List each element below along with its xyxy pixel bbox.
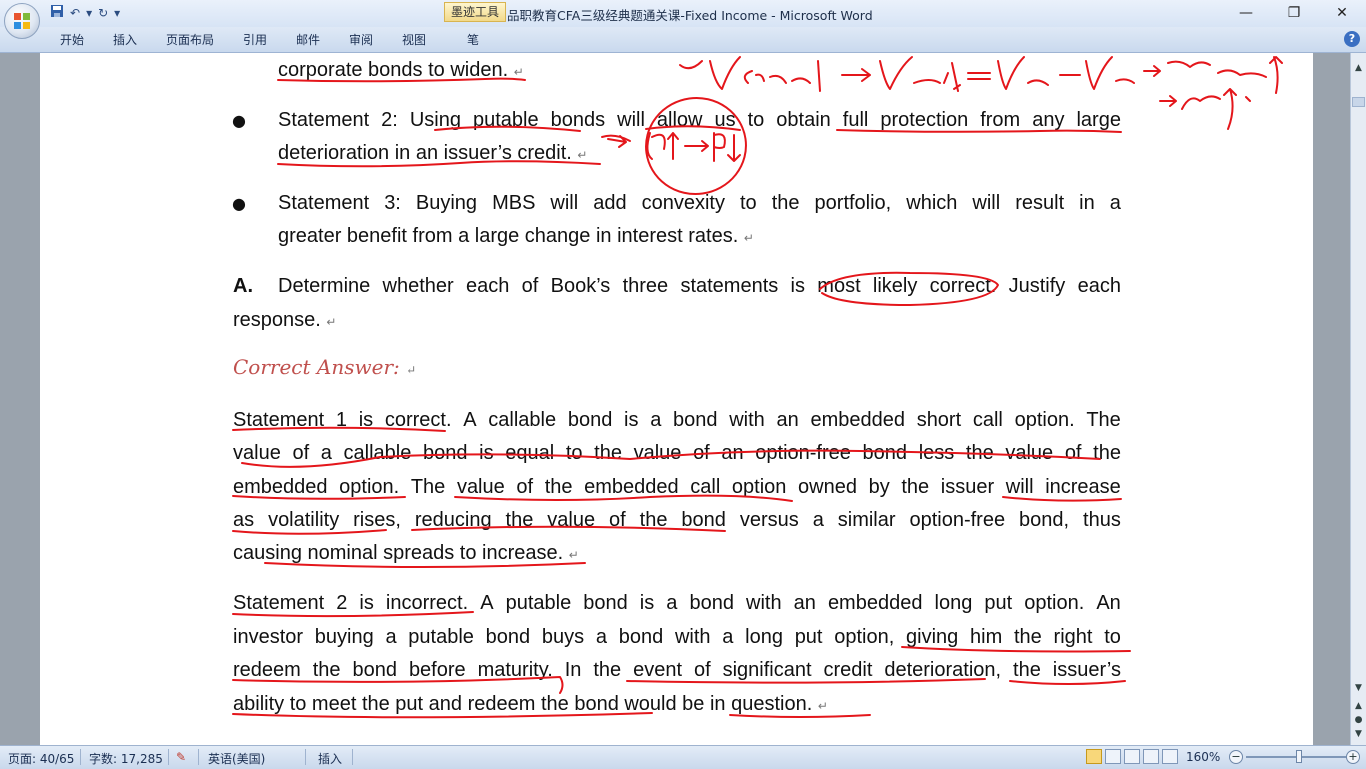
word-count[interactable]: 字数: 17,285 bbox=[89, 750, 163, 767]
divider bbox=[305, 749, 306, 765]
ink-underline bbox=[241, 449, 1101, 468]
language-indicator[interactable]: 英语(美国) bbox=[208, 750, 265, 767]
print-layout-view-icon[interactable] bbox=[1086, 749, 1102, 764]
ink-underline bbox=[232, 611, 474, 618]
minimize-button[interactable]: — bbox=[1222, 0, 1270, 26]
ink-underline bbox=[264, 562, 586, 568]
tab-insert[interactable]: 插入 bbox=[113, 31, 137, 48]
outline-view-icon[interactable] bbox=[1143, 749, 1159, 764]
draft-view-icon[interactable] bbox=[1162, 749, 1178, 764]
tab-references[interactable]: 引用 bbox=[243, 31, 267, 48]
insert-mode[interactable]: 插入 bbox=[318, 750, 342, 767]
divider bbox=[168, 749, 169, 765]
close-button[interactable]: ✕ bbox=[1318, 0, 1366, 26]
vertical-scrollbar[interactable]: ▲ ▼ ▲ ● ▼ bbox=[1350, 53, 1366, 745]
tab-home[interactable]: 开始 bbox=[60, 31, 84, 48]
ink-underline bbox=[411, 525, 726, 532]
ink-annotations bbox=[232, 56, 1283, 719]
ink-underline bbox=[645, 125, 741, 131]
view-buttons bbox=[1086, 749, 1178, 764]
page-count[interactable]: 页面: 40/65 bbox=[8, 750, 74, 767]
proofing-icon[interactable]: ✎ bbox=[176, 750, 186, 764]
scrollbar-thumb[interactable] bbox=[1352, 97, 1365, 107]
ink-underline bbox=[277, 160, 601, 168]
tab-page-layout[interactable]: 页面布局 bbox=[166, 31, 214, 48]
divider bbox=[352, 749, 353, 765]
ink-underline bbox=[232, 529, 387, 535]
web-layout-view-icon[interactable] bbox=[1124, 749, 1140, 764]
customize-qat-icon[interactable]: ▾ bbox=[114, 4, 120, 22]
ink-underline bbox=[836, 129, 1122, 133]
ink-underline bbox=[626, 678, 986, 684]
ink-underline bbox=[277, 77, 526, 83]
ink-underline bbox=[729, 714, 871, 718]
status-bar: 页面: 40/65 字数: 17,285 ✎ 英语(美国) 插入 160% − … bbox=[0, 745, 1366, 769]
ink-formula bbox=[1143, 56, 1283, 94]
ink-underline bbox=[1009, 680, 1126, 685]
ink-underline bbox=[901, 646, 1131, 653]
ink-underline bbox=[454, 494, 793, 502]
undo-icon[interactable]: ↶ bbox=[70, 4, 80, 22]
tab-mailings[interactable]: 邮件 bbox=[296, 31, 320, 48]
divider bbox=[198, 749, 199, 765]
office-logo-icon bbox=[14, 13, 30, 29]
zoom-in-icon[interactable]: + bbox=[1346, 750, 1360, 764]
tab-view[interactable]: 视图 bbox=[402, 31, 426, 48]
undo-dropdown-icon[interactable]: ▾ bbox=[86, 4, 92, 22]
scroll-up-icon[interactable]: ▲ bbox=[1351, 61, 1366, 75]
scroll-down-icon[interactable]: ▼ bbox=[1351, 681, 1366, 695]
ink-underline bbox=[1002, 496, 1122, 502]
window-title: 品职教育CFA三级经典题通关课-Fixed Income - Microsoft… bbox=[507, 8, 873, 23]
quick-access-toolbar: ↶ ▾ ↻ ▾ bbox=[50, 4, 120, 22]
restore-button[interactable]: ❐ bbox=[1270, 0, 1318, 26]
tab-review[interactable]: 审阅 bbox=[349, 31, 373, 48]
ink-underline bbox=[232, 676, 564, 694]
document-page[interactable]: corporate bonds to widen. ↵ ● Statement 2… bbox=[40, 53, 1313, 745]
zoom-slider-thumb[interactable] bbox=[1296, 750, 1302, 763]
ink-tools-contextual-tab[interactable]: 墨迹工具 bbox=[444, 2, 507, 22]
document-area: corporate bonds to widen. ↵ ● Statement 2… bbox=[0, 53, 1350, 745]
ink-underline bbox=[232, 495, 406, 500]
ink-circle bbox=[819, 271, 999, 306]
zoom-level[interactable]: 160% bbox=[1186, 750, 1220, 764]
divider bbox=[80, 749, 81, 765]
save-icon[interactable] bbox=[50, 4, 64, 23]
full-screen-reading-view-icon[interactable] bbox=[1105, 749, 1121, 764]
ink-underline bbox=[232, 712, 653, 719]
redo-icon[interactable]: ↻ bbox=[98, 4, 108, 22]
ink-formula bbox=[841, 56, 961, 92]
ink-note bbox=[646, 132, 741, 162]
next-page-icon[interactable]: ▼ bbox=[1351, 727, 1366, 741]
window-controls: — ❐ ✕ bbox=[1222, 0, 1366, 26]
tab-pen[interactable]: 笔 bbox=[467, 31, 479, 48]
ink-formula bbox=[1159, 88, 1251, 130]
help-icon[interactable]: ? bbox=[1344, 31, 1360, 47]
title-bar: ↶ ▾ ↻ ▾ 墨迹工具 品职教育CFA三级经典题通关课-Fixed Incom… bbox=[0, 0, 1366, 39]
ink-underline bbox=[434, 125, 581, 132]
previous-page-icon[interactable]: ▲ bbox=[1351, 699, 1366, 713]
ink-formula bbox=[967, 56, 1135, 90]
zoom-out-icon[interactable]: − bbox=[1229, 750, 1243, 764]
ink-underline bbox=[232, 426, 446, 432]
ribbon-tabs: 开始 插入 页面布局 引用 邮件 审阅 视图 笔 ? bbox=[0, 27, 1366, 53]
office-button[interactable] bbox=[4, 3, 40, 39]
select-browse-object-icon[interactable]: ● bbox=[1351, 713, 1366, 727]
ink-formula bbox=[679, 56, 821, 92]
